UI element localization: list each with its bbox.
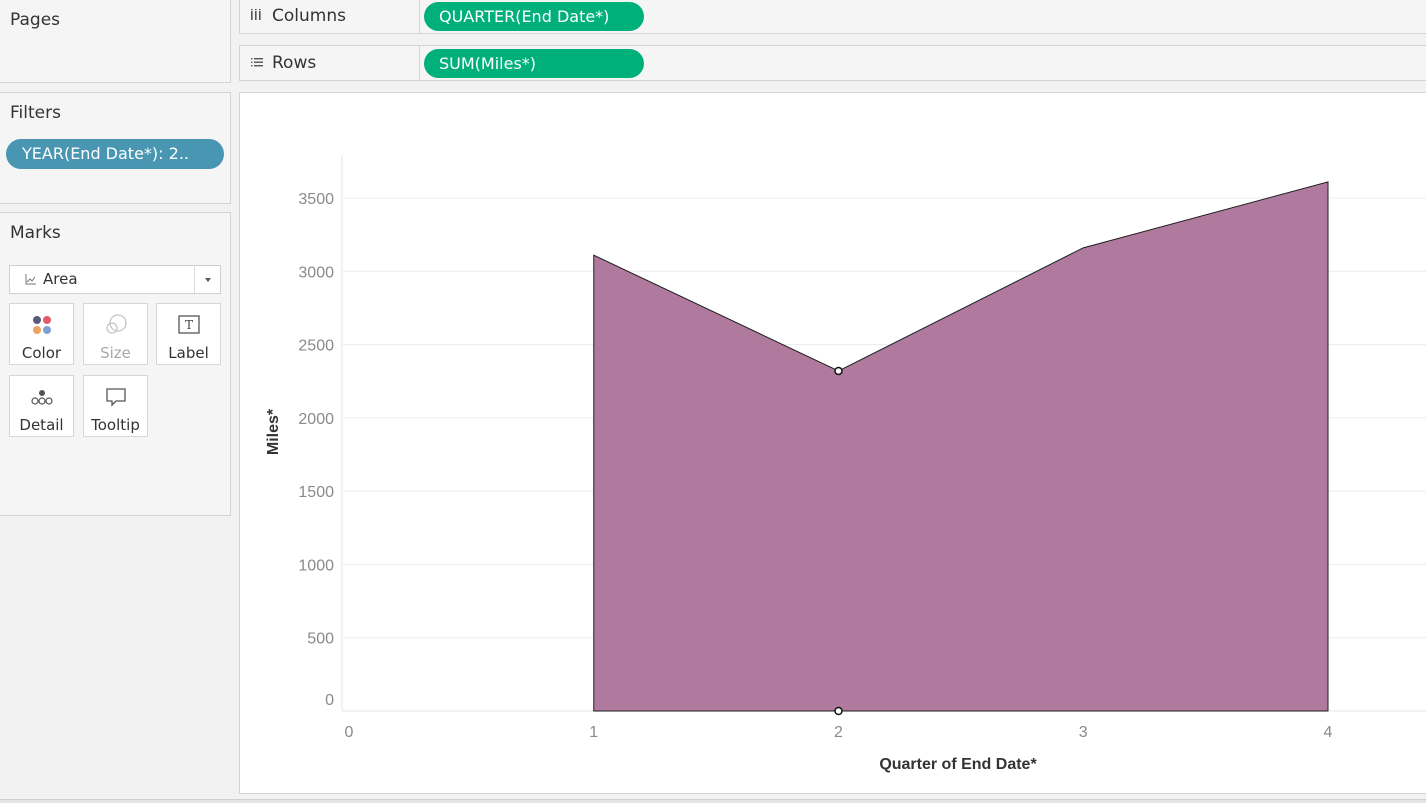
size-button-label: Size [100, 344, 131, 362]
filters-title: Filters [10, 103, 61, 123]
y-tick-label-500: 500 [307, 631, 334, 648]
detail-icon [31, 390, 53, 405]
x-tick-label-0: 0 [345, 724, 354, 741]
tableau-workspace: Pages Filters YEAR(End Date*): 2.. Marks… [0, 0, 1426, 803]
size-icon [106, 314, 127, 334]
y-tick-label-3500: 3500 [298, 191, 334, 208]
y-axis-ticks: 0 500 1000 1500 2000 2500 3000 3500 [298, 191, 334, 709]
detail-button[interactable]: Detail [9, 375, 74, 437]
chart-view[interactable]: 0 500 1000 1500 2000 2500 3000 3500 0 1 2 3 4 Miles… [239, 92, 1426, 794]
x-axis-ticks: 0 1 2 3 4 [345, 724, 1333, 741]
label-button-label: Label [168, 344, 209, 362]
tooltip-button[interactable]: Tooltip [83, 375, 148, 437]
text-label-icon: T [178, 315, 200, 334]
color-icon [33, 316, 51, 334]
columns-shelf-header: Columns [240, 0, 420, 33]
highlight-point-q2-baseline [834, 706, 843, 716]
pages-card[interactable]: Pages [0, 0, 231, 83]
rows-shelf-header: Rows [240, 46, 420, 80]
y-tick-label-1000: 1000 [298, 557, 334, 574]
pages-title: Pages [10, 10, 61, 30]
area-mark-icon [25, 274, 36, 285]
detail-button-label: Detail [19, 416, 64, 434]
area-series-path[interactable] [593, 181, 1329, 712]
columns-icon [251, 9, 261, 20]
y-tick-label-1500: 1500 [298, 484, 334, 501]
chevron-down-icon[interactable] [194, 266, 220, 293]
year-filter-pill[interactable]: YEAR(End Date*): 2.. [6, 139, 224, 169]
x-tick-label-2: 2 [834, 724, 843, 741]
y-axis-title[interactable]: Miles* [265, 408, 282, 455]
y-tick-label-2000: 2000 [298, 411, 334, 428]
marks-title: Marks [10, 223, 61, 243]
y-tick-label-2500: 2500 [298, 338, 334, 355]
x-tick-label-4: 4 [1324, 724, 1333, 741]
mark-type-dropdown[interactable]: Area [9, 265, 221, 294]
columns-label: Columns [272, 6, 346, 26]
x-tick-label-3: 3 [1079, 724, 1088, 741]
tooltip-button-label: Tooltip [91, 416, 140, 434]
tooltip-icon [106, 388, 126, 407]
filters-card[interactable]: Filters YEAR(End Date*): 2.. [0, 92, 231, 204]
bottom-strip [0, 799, 1426, 803]
x-tick-label-1: 1 [589, 724, 598, 741]
x-axis-title[interactable]: Quarter of End Date* [879, 756, 1037, 773]
mark-type-label: Area [43, 270, 78, 288]
label-icon-glyph: T [185, 318, 193, 332]
size-button[interactable]: Size [83, 303, 148, 365]
marks-card: Marks Area Color Size T Label Detail Too… [0, 212, 231, 516]
rows-label: Rows [272, 53, 317, 73]
area-series[interactable] [593, 181, 1329, 712]
sum-miles-pill[interactable]: SUM(Miles*) [424, 49, 644, 78]
color-button[interactable]: Color [9, 303, 74, 365]
columns-shelf[interactable]: Columns QUARTER(End Date*) [239, 0, 1426, 34]
rows-shelf[interactable]: Rows SUM(Miles*) [239, 45, 1426, 81]
area-chart[interactable]: 0 500 1000 1500 2000 2500 3000 3500 0 1 2 3 4 Miles… [240, 93, 1426, 793]
quarter-end-date-pill[interactable]: QUARTER(End Date*) [424, 2, 644, 31]
rows-icon [251, 58, 263, 67]
label-button[interactable]: T Label [156, 303, 221, 365]
y-tick-label-0: 0 [325, 692, 334, 709]
highlight-point-q2 [834, 366, 843, 376]
y-tick-label-3000: 3000 [298, 264, 334, 281]
color-button-label: Color [21, 344, 62, 362]
